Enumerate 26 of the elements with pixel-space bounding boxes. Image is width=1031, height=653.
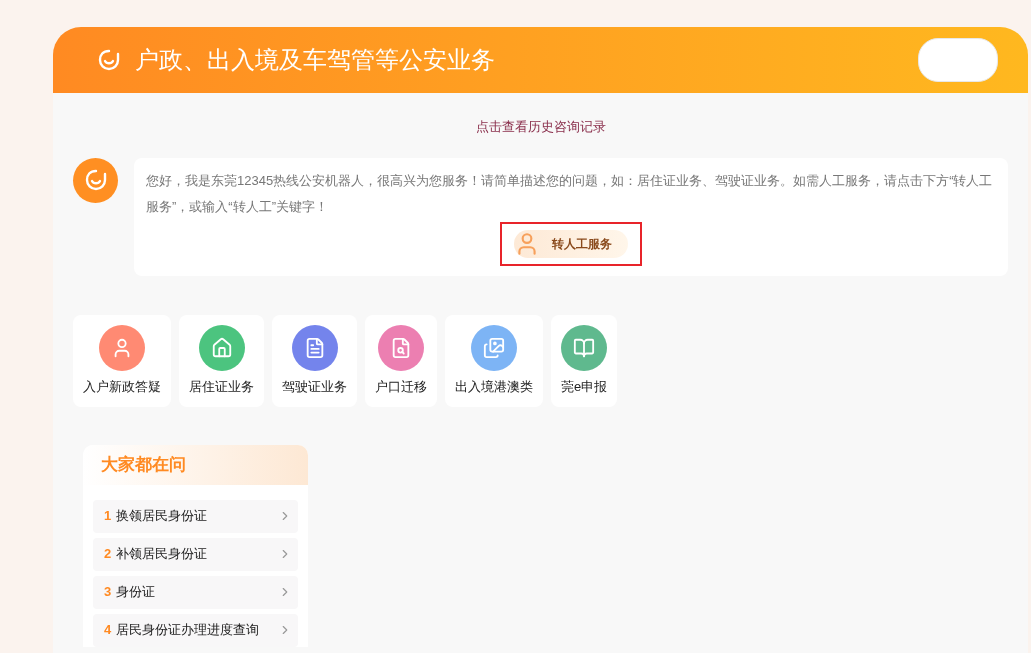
service-card[interactable]: 居住证业务 — [179, 314, 264, 407]
service-card[interactable]: 驾驶证业务 — [272, 314, 357, 407]
faq-item[interactable]: 2 补领居民身份证 — [93, 537, 298, 571]
header-title: 户政、出入境及车驾管等公安业务 — [135, 45, 495, 75]
faq-label: 居民身份证办理进度查询 — [116, 621, 260, 640]
message-text: 您好，我是东莞12345热线公安机器人，很高兴为您服务！请简单描述您的问题，如：居住证业务、驾驶证业务。如需人工服务，请点击下方“转人工服务”，或输入“转人工”关键字！ — [146, 171, 994, 216]
header-button[interactable] — [918, 38, 998, 82]
faq-item[interactable]: 4 居民身份证办理进度查询 — [93, 613, 298, 647]
faq-item[interactable]: 3 身份证 — [93, 575, 298, 609]
faq-item[interactable]: 1 换领居民身份证 — [93, 499, 298, 533]
history-link[interactable]: 点击查看历史咨询记录 — [475, 117, 606, 137]
faq-title: 大家都在问 — [101, 453, 186, 476]
faq-label: 补领居民身份证 — [116, 545, 208, 564]
faq-number: 2 — [104, 545, 112, 564]
smile-logo-icon — [97, 48, 121, 72]
service-card[interactable]: 入户新政答疑 — [73, 314, 171, 407]
faq-number: 3 — [104, 583, 112, 602]
service-card[interactable]: 出入境港澳类 — [445, 314, 543, 407]
service-card[interactable]: 莞e申报 — [551, 314, 618, 407]
smile-icon — [83, 168, 108, 192]
transfer-to-agent-button[interactable]: 转人工服务 — [514, 229, 628, 258]
faq-number: 1 — [104, 507, 112, 526]
faq-number: 4 — [104, 621, 112, 640]
faq-label: 身份证 — [116, 583, 156, 602]
faq-label: 换领居民身份证 — [116, 507, 208, 526]
service-card[interactable]: 户口迁移 — [365, 314, 437, 407]
